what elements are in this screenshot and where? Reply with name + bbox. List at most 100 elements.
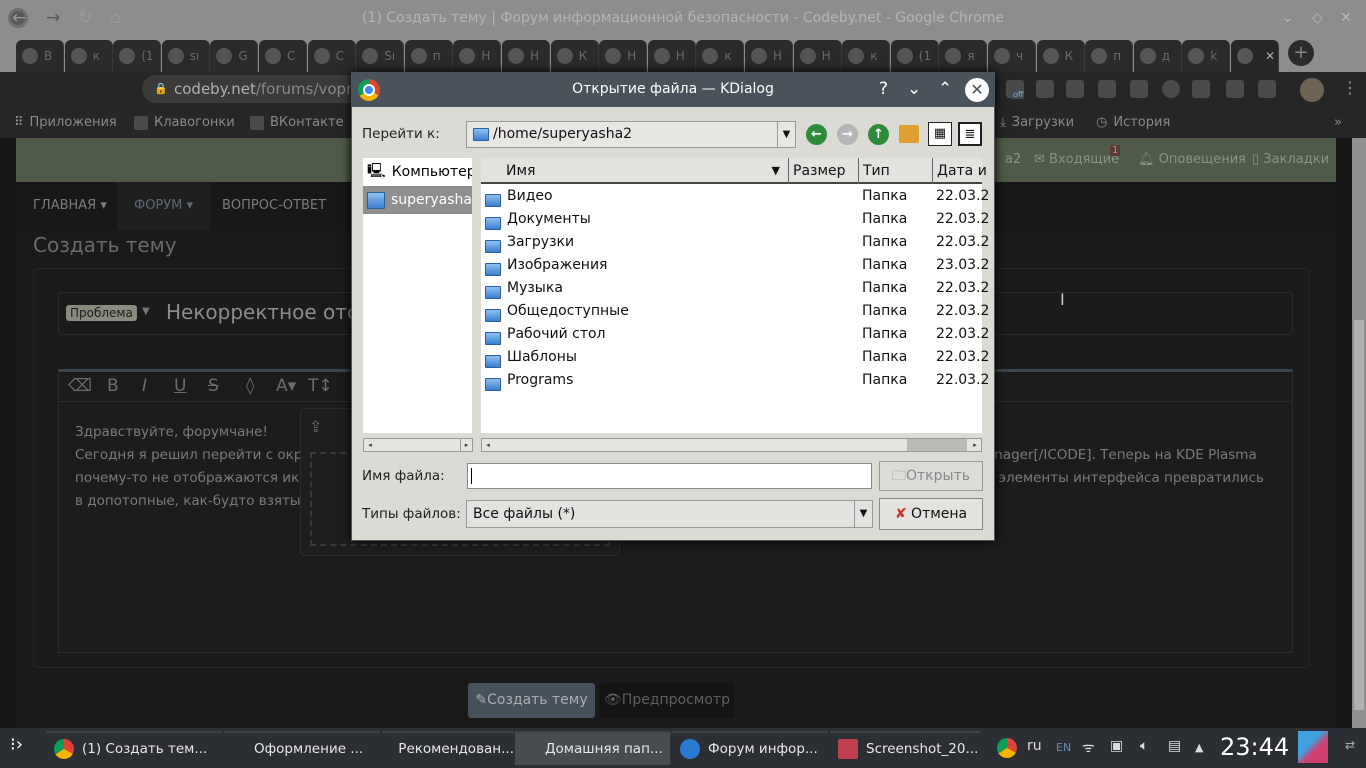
- maximize-button[interactable]: ⌃: [938, 79, 952, 99]
- clipboard-icon[interactable]: ▤: [1168, 738, 1181, 754]
- nav-qa[interactable]: ВОПРОС-ОТВЕТ: [205, 182, 343, 230]
- path-combobox[interactable]: /home/superyasha2 ▼: [466, 121, 796, 148]
- eraser-icon[interactable]: ⌫: [68, 376, 92, 396]
- column-size[interactable]: Размер: [789, 158, 859, 184]
- wifi-icon[interactable]: ᯤ: [1082, 738, 1095, 757]
- profile-avatar[interactable]: [1300, 78, 1324, 102]
- file-row[interactable]: Видео Папка 22.03.2: [481, 185, 989, 208]
- browser-tab[interactable]: (1: [113, 40, 162, 72]
- browser-tab[interactable]: Н: [453, 40, 502, 72]
- extension-icon[interactable]: [1036, 80, 1054, 98]
- bookmark-klavogonki[interactable]: Клавогонки: [134, 115, 235, 130]
- file-row[interactable]: Programs Папка 22.03.2: [481, 369, 989, 392]
- nav-home[interactable]: ГЛАВНАЯ ▾: [16, 182, 124, 230]
- help-button[interactable]: ?: [879, 79, 888, 99]
- file-row[interactable]: Изображения Папка 23.03.2: [481, 254, 989, 277]
- close-tab-icon[interactable]: ✕: [1265, 49, 1275, 63]
- list-hscrollbar[interactable]: ◂ ▸: [481, 438, 982, 452]
- scrollbar-thumb[interactable]: [907, 439, 967, 451]
- up-icon[interactable]: ↑: [868, 124, 889, 145]
- dialog-titlebar[interactable]: Открытие файла — KDialog: [351, 72, 995, 107]
- browser-tab[interactable]: д: [1133, 40, 1182, 72]
- show-desktop-icon[interactable]: [1298, 731, 1328, 763]
- taskbar-task[interactable]: Форум инфор...: [672, 731, 828, 765]
- browser-tab[interactable]: Н: [647, 40, 696, 72]
- browser-tab[interactable]: Sı: [356, 40, 405, 72]
- maximize-button[interactable]: ◇: [1312, 0, 1323, 36]
- file-row[interactable]: Общедоступные Папка 22.03.2: [481, 300, 989, 323]
- font-size-icon[interactable]: T↕: [308, 376, 333, 396]
- forward-icon[interactable]: →: [837, 124, 858, 145]
- browser-tab[interactable]: К: [550, 40, 599, 72]
- file-row[interactable]: Рабочий стол Папка 22.03.2: [481, 323, 989, 346]
- italic-icon[interactable]: I: [142, 376, 147, 396]
- browser-tab[interactable]: Н: [793, 40, 842, 72]
- back-button[interactable]: ←: [12, 8, 26, 28]
- chevron-down-icon[interactable]: ▼: [142, 306, 150, 317]
- font-icon[interactable]: A▾: [276, 376, 296, 396]
- color-drop-icon[interactable]: ◊: [246, 376, 254, 396]
- lock-extension-icon[interactable]: [1226, 80, 1244, 98]
- user-link[interactable]: a2: [1005, 152, 1021, 167]
- scroll-left-icon[interactable]: ◂: [364, 439, 376, 451]
- app-launcher-icon[interactable]: ⁝›: [10, 734, 23, 755]
- minimize-button[interactable]: ⌄: [907, 79, 921, 99]
- browser-tab[interactable]: ч: [988, 40, 1036, 72]
- chrome-tray-icon[interactable]: [997, 738, 1017, 758]
- browser-tab[interactable]: к: [64, 40, 113, 72]
- scrollbar-thumb[interactable]: [1354, 320, 1364, 710]
- scroll-right-icon[interactable]: ▸: [460, 439, 472, 451]
- place-computer[interactable]: 🖳 Компьютер: [363, 158, 472, 186]
- filename-input[interactable]: [467, 463, 872, 489]
- language-indicator[interactable]: ru: [1027, 738, 1042, 754]
- browser-tab[interactable]: К: [1036, 40, 1085, 72]
- places-hscrollbar[interactable]: ◂ ▸: [363, 438, 473, 452]
- tray-expand-icon[interactable]: ▲: [1195, 741, 1203, 754]
- bookmarks-more-button[interactable]: »: [1334, 115, 1342, 130]
- bookmark-vk[interactable]: ВКонтакте: [250, 115, 344, 130]
- taskbar-task[interactable]: Домашняя пап...: [515, 731, 670, 765]
- forward-button[interactable]: →: [46, 8, 60, 28]
- filetype-combobox[interactable]: Все файлы (*) ▼: [466, 500, 873, 528]
- column-type[interactable]: Тип: [859, 158, 933, 184]
- column-date[interactable]: Дата и: [933, 158, 993, 184]
- browser-tab[interactable]: k: [1182, 40, 1231, 72]
- inbox-link[interactable]: ✉ Входящие: [1034, 152, 1119, 167]
- browser-tab[interactable]: С: [259, 40, 307, 72]
- nav-forum[interactable]: ФОРУМ ▾: [117, 182, 211, 230]
- keyboard-layout[interactable]: EN: [1056, 741, 1071, 754]
- extension-icon[interactable]: [1130, 80, 1148, 98]
- panel-settings-icon[interactable]: ⇄: [1345, 738, 1355, 752]
- taskbar-task[interactable]: Оформление ...: [224, 731, 380, 765]
- browser-tab[interactable]: к: [842, 40, 891, 72]
- browser-tab[interactable]: Н: [502, 40, 550, 72]
- close-window-button[interactable]: ✕: [1340, 0, 1352, 36]
- chevron-down-icon[interactable]: ▼: [854, 501, 872, 527]
- browser-tab[interactable]: Н: [599, 40, 648, 72]
- prefix-select[interactable]: Проблема: [66, 305, 137, 321]
- browser-tab[interactable]: (1: [890, 40, 939, 72]
- upload-icon[interactable]: ⇪: [309, 417, 322, 436]
- extension-icon[interactable]: [1098, 80, 1116, 98]
- bookmarks-link[interactable]: ▯ Закладки: [1252, 152, 1329, 167]
- bold-icon[interactable]: B: [107, 376, 119, 396]
- extension-icon[interactable]: [1258, 80, 1276, 98]
- extension-icon[interactable]: [1162, 80, 1180, 98]
- address-bar[interactable]: 🔒 codeby.net/forums/vopros: [142, 75, 369, 103]
- browser-tab[interactable]: к: [696, 40, 745, 72]
- browser-tab[interactable]: Н: [745, 40, 793, 72]
- column-name[interactable]: Имя ▼: [481, 158, 789, 184]
- new-folder-icon[interactable]: [899, 125, 919, 143]
- bookmark-apps[interactable]: ⠿ Приложения: [14, 115, 117, 130]
- open-button[interactable]: 🗀︎Открыть: [879, 461, 983, 491]
- browser-tab[interactable]: п: [404, 40, 453, 72]
- file-row[interactable]: Загрузки Папка 22.03.2: [481, 231, 989, 254]
- create-thread-button[interactable]: ✎Создать тему: [468, 683, 595, 718]
- extension-icon[interactable]: [1192, 80, 1210, 98]
- thread-title-input[interactable]: Некорректное ото: [166, 300, 359, 324]
- scroll-right-icon[interactable]: ▸: [969, 439, 981, 451]
- alerts-link[interactable]: 🔔︎ Оповещения: [1138, 152, 1246, 167]
- taskbar-task[interactable]: Screenshot_20...: [830, 731, 980, 765]
- detail-view-button[interactable]: ≣: [958, 122, 982, 146]
- file-row[interactable]: Документы Папка 22.03.2: [481, 208, 989, 231]
